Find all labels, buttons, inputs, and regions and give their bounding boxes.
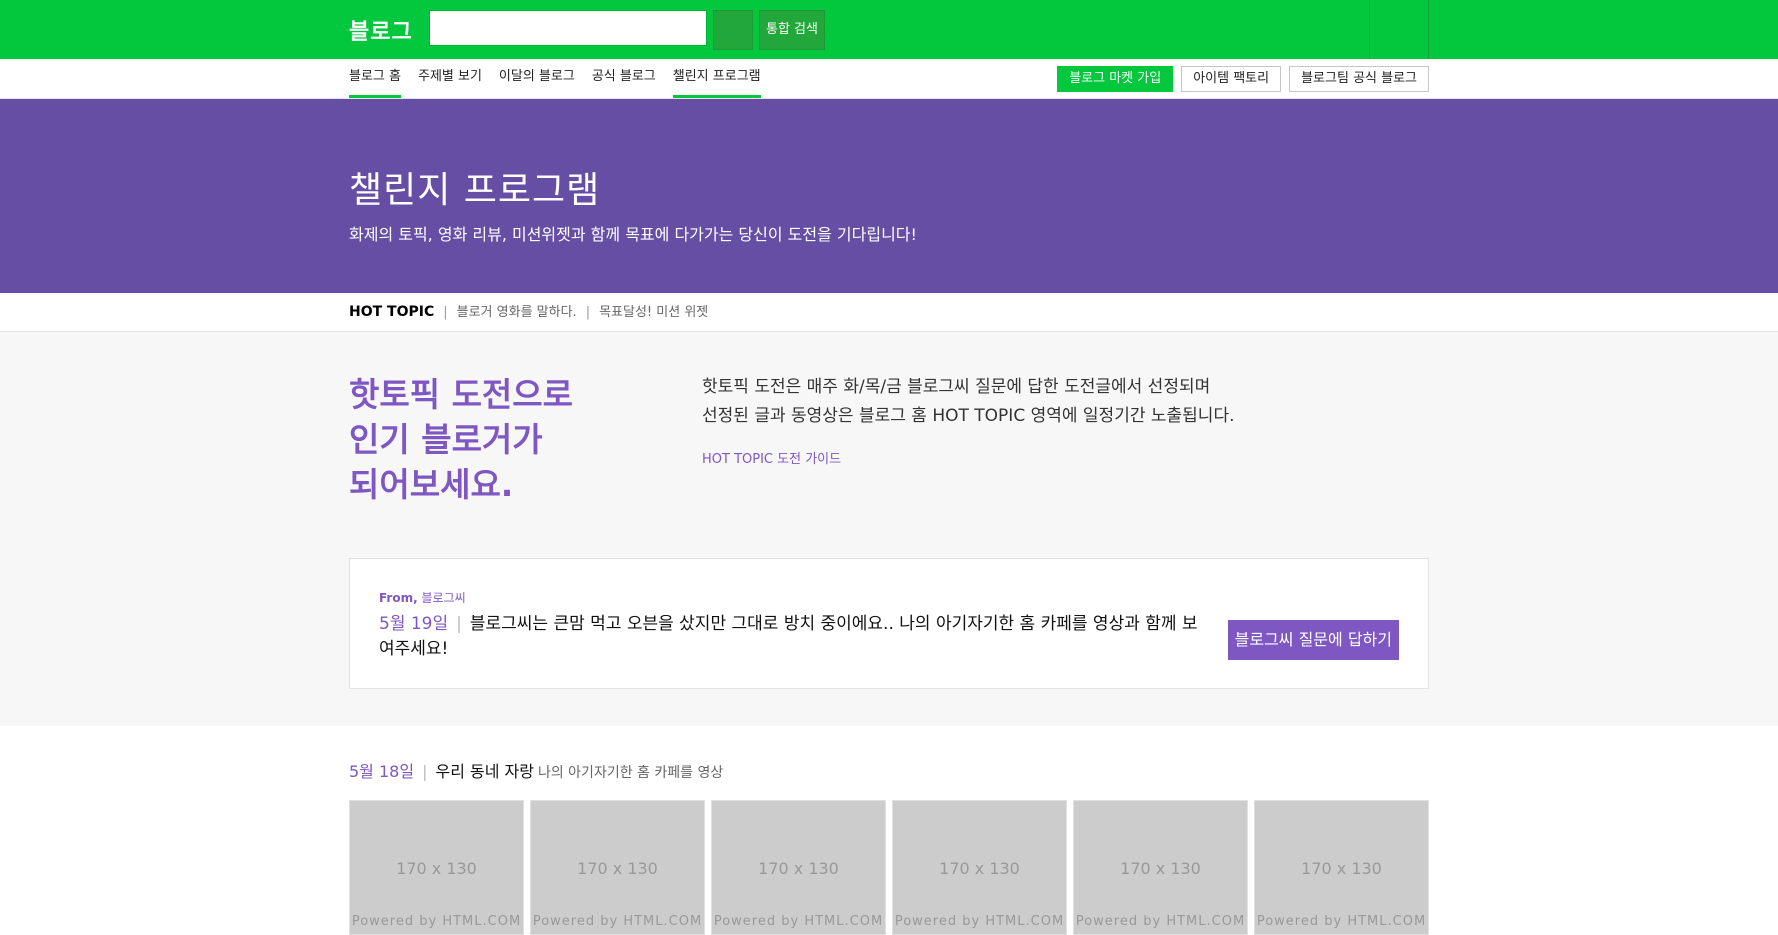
- blog-team-official-button[interactable]: 블로그팀 공식 블로그: [1289, 66, 1429, 92]
- thumbnail-size: 170 x 130: [758, 859, 839, 878]
- nav-item-blog-of-month[interactable]: 이달의 블로그: [499, 59, 575, 98]
- total-search-button[interactable]: 통합 검색: [759, 10, 825, 50]
- divider: |: [585, 305, 591, 320]
- thumbnail-item[interactable]: 170 x 130 Powered by HTML.COM: [711, 800, 886, 935]
- challenge-section: 핫토픽 도전으로 인기 블로거가 되어보세요. 핫토픽 도전은 매주 화/목/금…: [0, 332, 1778, 726]
- thumbnail-size: 170 x 130: [396, 859, 477, 878]
- topic-link-mission-widget[interactable]: 목표달성! 미션 위젯: [599, 305, 708, 320]
- day-date: 5월 18일: [349, 762, 415, 781]
- hero-banner: 챌린지 프로그램 화제의 토픽, 영화 리뷰, 미션위젯과 함께 목표에 다가가…: [0, 99, 1778, 293]
- nav-item-by-topic[interactable]: 주제별 보기: [418, 59, 482, 98]
- question-date: 5월 19일: [379, 614, 449, 634]
- headline-line: 핫토픽 도전으로: [349, 375, 574, 414]
- thumbnail-credit: Powered by HTML.COM: [1075, 914, 1246, 929]
- user-menu-area[interactable]: [1369, 0, 1429, 59]
- answer-question-button[interactable]: 블로그씨 질문에 답하기: [1227, 620, 1399, 660]
- divider: |: [443, 305, 448, 320]
- question-text: 블로그씨는 큰맘 먹고 오븐을 샀지만 그대로 방치 중이에요.. 나의 아기자…: [379, 614, 1198, 659]
- topic-hot-topic[interactable]: HOT TOPIC: [349, 304, 434, 320]
- main-nav: 블로그 홈 주제별 보기 이달의 블로그 공식 블로그 챌린지 프로그램 블로그…: [0, 59, 1778, 99]
- headline-line: 되어보세요.: [349, 465, 514, 504]
- thumbnail-item[interactable]: 170 x 130 Powered by HTML.COM: [1254, 800, 1429, 935]
- blog-question-card: From, 블로그씨 5월 19일 | 블로그씨는 큰맘 먹고 오븐을 샀지만 그대…: [349, 558, 1429, 689]
- top-header: 블로그 통합 검색: [0, 0, 1778, 59]
- search-button[interactable]: [713, 10, 753, 50]
- hot-topic-guide-link[interactable]: HOT TOPIC 도전 가이드: [702, 448, 841, 467]
- thumbnail-size: 170 x 130: [939, 859, 1020, 878]
- thumbnail-size: 170 x 130: [1120, 859, 1201, 878]
- desc-line: 선정된 글과 동영상은 블로그 홈 HOT TOPIC 영역에 일정기간 노출됩…: [702, 406, 1235, 426]
- divider: |: [456, 614, 462, 634]
- thumbnail-credit: Powered by HTML.COM: [713, 914, 884, 929]
- headline-line: 인기 블로거가: [349, 420, 543, 459]
- page-title: 챌린지 프로그램: [349, 170, 601, 211]
- nav-item-blog-home[interactable]: 블로그 홈: [349, 59, 401, 98]
- day-heading: 5월 18일 | 우리 동네 자랑 나의 아기자기한 홈 카페를 영상: [349, 762, 723, 783]
- nav-right-buttons: 블로그 마켓 가입 아이템 팩토리 블로그팀 공식 블로그: [1057, 66, 1429, 92]
- thumbnail-credit: Powered by HTML.COM: [894, 914, 1065, 929]
- thumbnail-item[interactable]: 170 x 130 Powered by HTML.COM: [349, 800, 524, 935]
- nav-item-challenge-program[interactable]: 챌린지 프로그램: [672, 59, 761, 98]
- thumbnail-item[interactable]: 170 x 130 Powered by HTML.COM: [892, 800, 1067, 935]
- topic-link-movie[interactable]: 블로거 영화를 말하다.: [457, 305, 577, 320]
- divider: |: [422, 762, 428, 781]
- thumbnail-size: 170 x 130: [1301, 859, 1382, 878]
- nav-item-official-blog[interactable]: 공식 블로그: [592, 59, 656, 98]
- nav-tabs: 블로그 홈 주제별 보기 이달의 블로그 공식 블로그 챌린지 프로그램: [349, 59, 778, 98]
- search-input[interactable]: [429, 10, 707, 46]
- hero-description: 화제의 토픽, 영화 리뷰, 미션위젯과 함께 목표에 다가가는 당신이 도전을…: [349, 225, 917, 244]
- thumbnail-item[interactable]: 170 x 130 Powered by HTML.COM: [530, 800, 705, 935]
- desc-line: 핫토픽 도전은 매주 화/목/금 블로그씨 질문에 답한 도전글에서 선정되며: [702, 377, 1211, 397]
- day-topic-title[interactable]: 우리 동네 자랑: [435, 762, 534, 781]
- thumbnail-credit: Powered by HTML.COM: [351, 914, 522, 929]
- blog-market-join-button[interactable]: 블로그 마켓 가입: [1057, 66, 1174, 92]
- thumbnail-item[interactable]: 170 x 130 Powered by HTML.COM: [1073, 800, 1248, 935]
- day-topic-subtitle: 나의 아기자기한 홈 카페를 영상: [537, 765, 724, 781]
- challenge-headline: 핫토픽 도전으로 인기 블로거가 되어보세요.: [349, 372, 609, 507]
- challenge-description: 핫토픽 도전은 매주 화/목/금 블로그씨 질문에 답한 도전글에서 선정되며 …: [702, 373, 1235, 431]
- question-from: From, 블로그씨: [379, 589, 466, 606]
- blog-logo[interactable]: 블로그: [349, 14, 413, 46]
- item-factory-button[interactable]: 아이템 팩토리: [1181, 66, 1282, 92]
- thumbnail-list: 170 x 130 Powered by HTML.COM 170 x 130 …: [349, 800, 1429, 935]
- question-body: 5월 19일 | 블로그씨는 큰맘 먹고 오븐을 샀지만 그대로 방치 중이에요..…: [379, 612, 1199, 662]
- from-label: From,: [379, 591, 418, 605]
- thumbnail-size: 170 x 130: [577, 859, 658, 878]
- thumbnail-credit: Powered by HTML.COM: [1256, 914, 1427, 929]
- thumbnail-credit: Powered by HTML.COM: [532, 914, 703, 929]
- topic-subnav: HOT TOPIC | 블로거 영화를 말하다. | 목표달성! 미션 위젯: [0, 293, 1778, 332]
- from-name: 블로그씨: [421, 591, 466, 605]
